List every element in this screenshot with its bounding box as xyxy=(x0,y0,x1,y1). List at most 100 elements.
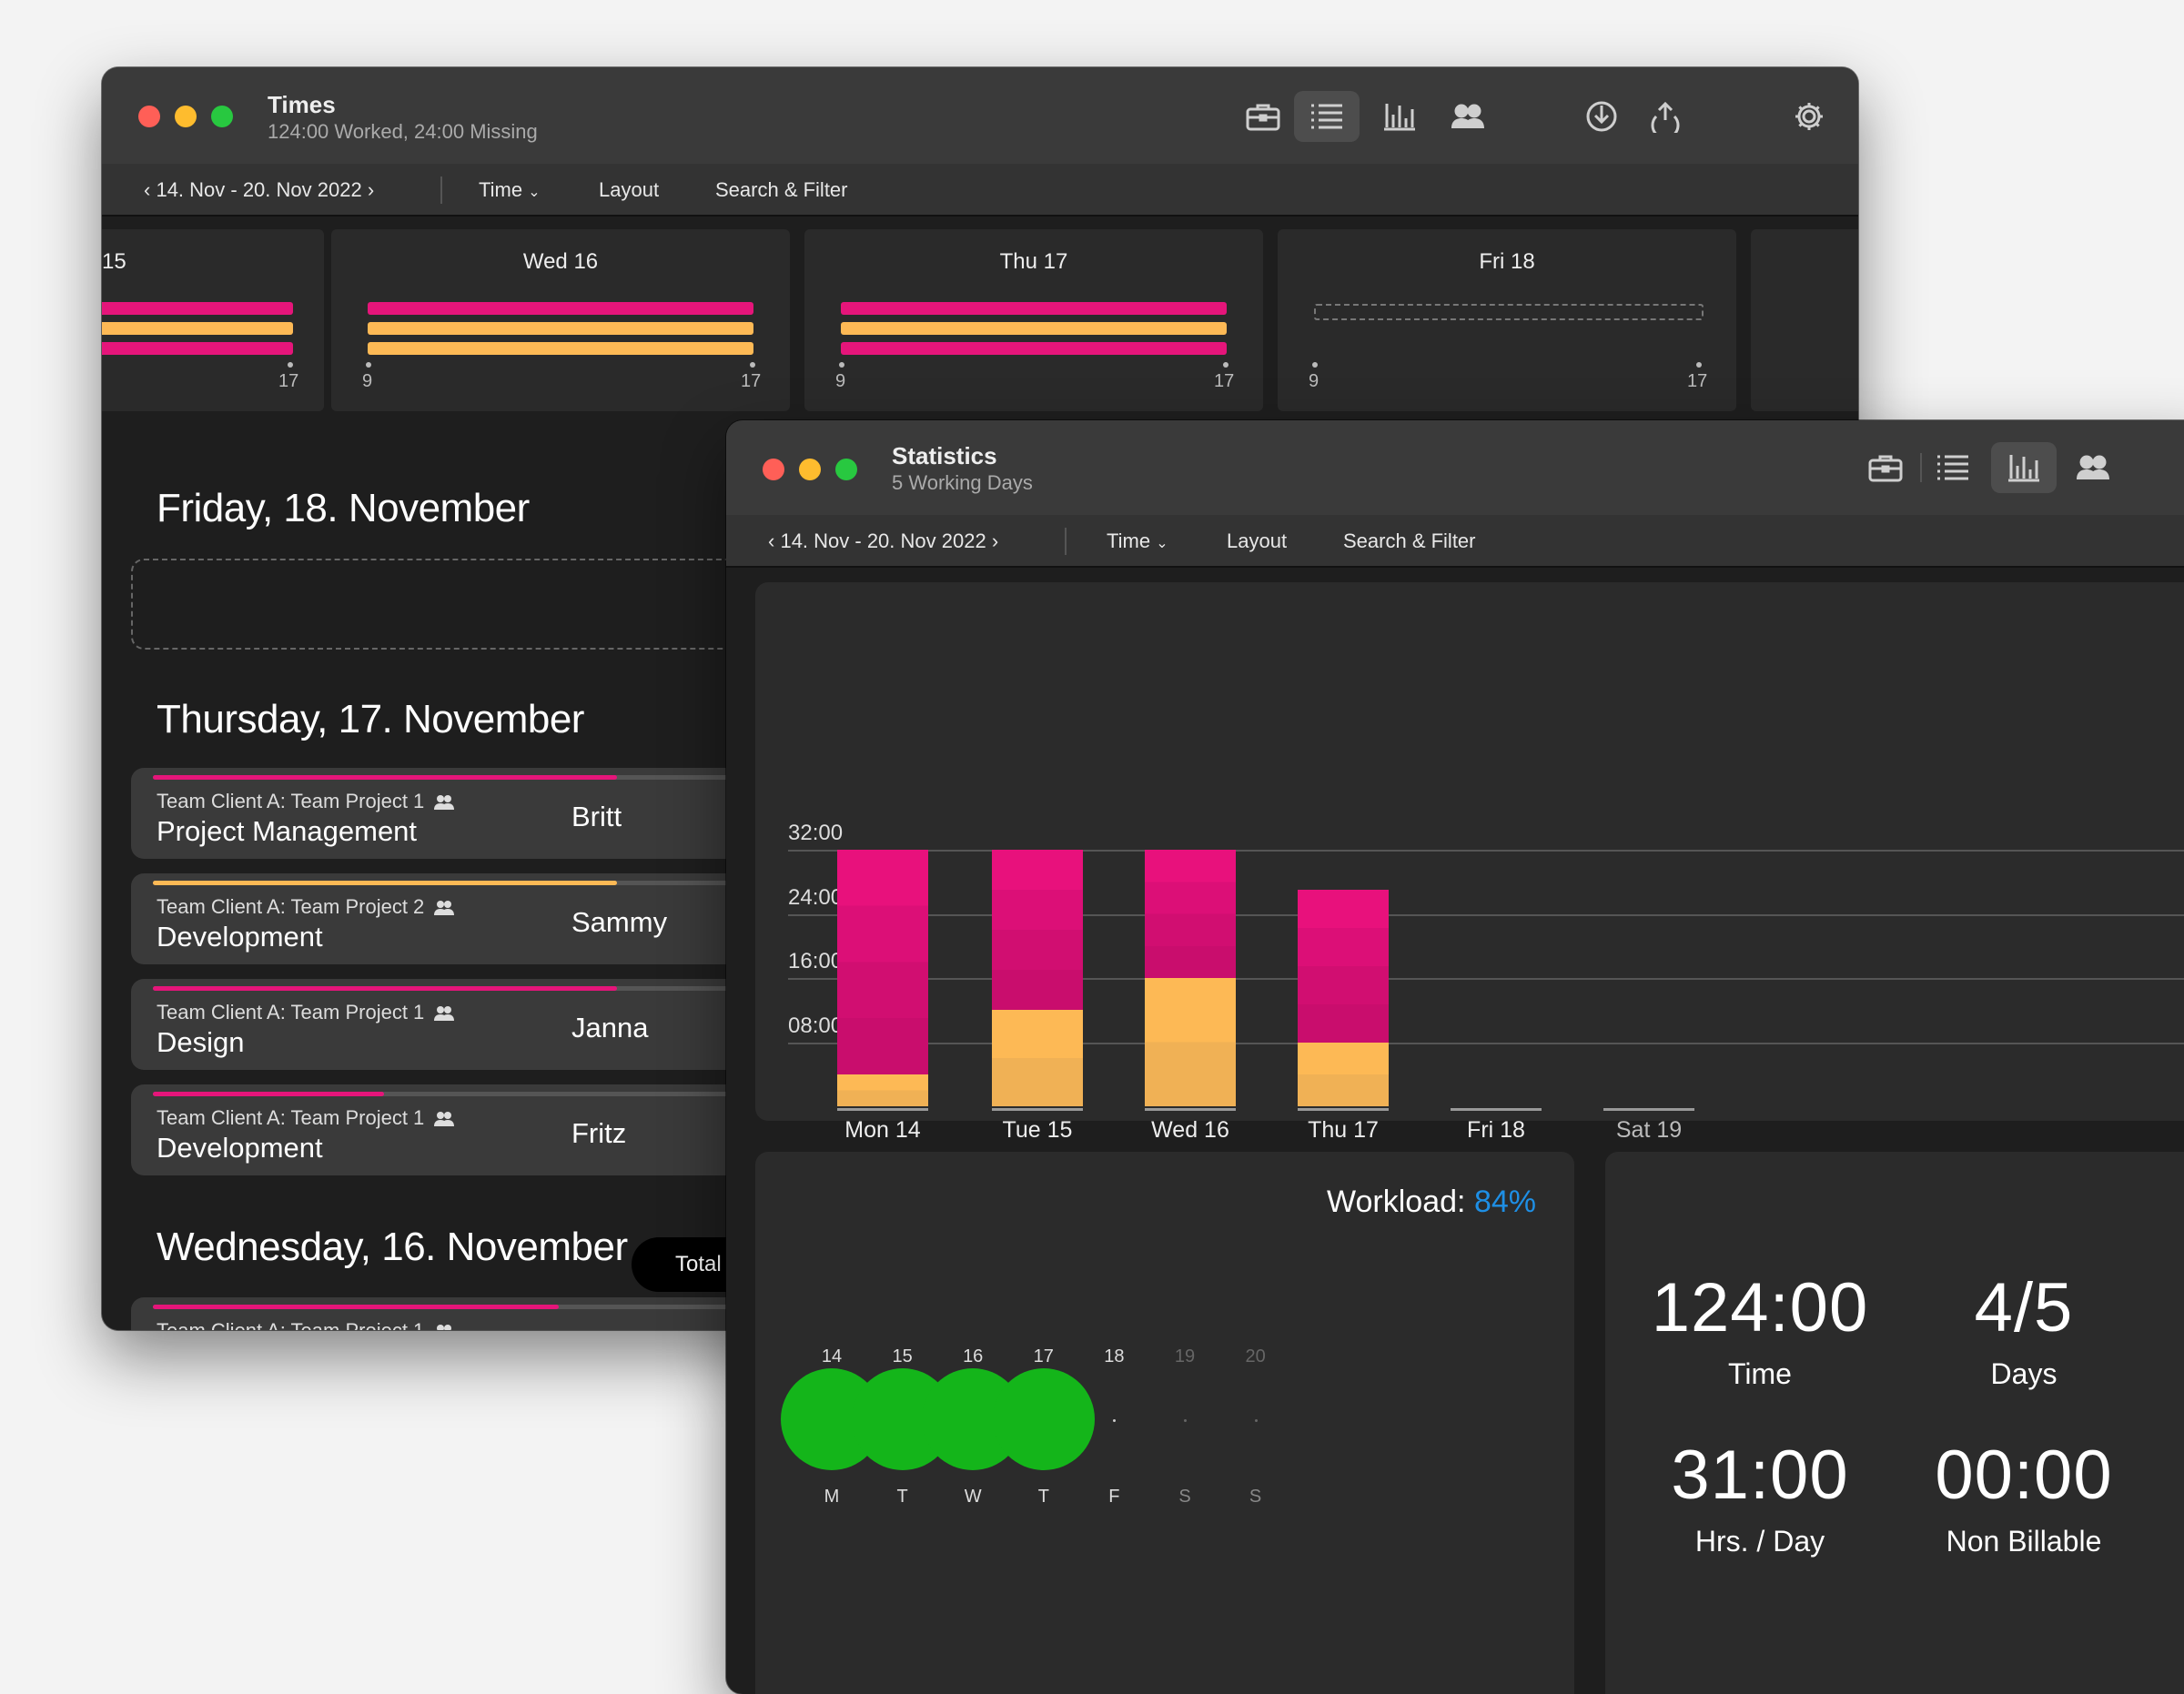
export-button[interactable] xyxy=(1633,91,1698,142)
list-button[interactable] xyxy=(1920,442,1986,493)
week-day-number: 20 xyxy=(1245,1346,1266,1366)
bar-segment-magenta[interactable] xyxy=(1145,850,1236,978)
hours-chart-panel: 08:00 16:00 24:00 32:00 Mon 14 Tue 15 Wed 16 Th… xyxy=(755,582,2184,1143)
people-icon xyxy=(434,1006,455,1022)
statistics-button[interactable] xyxy=(1991,442,2057,493)
team-button[interactable] xyxy=(1435,91,1501,142)
zoom-button[interactable] xyxy=(211,106,233,127)
minimize-button[interactable] xyxy=(175,106,197,127)
team-button[interactable] xyxy=(2060,442,2126,493)
day-card-sat[interactable] xyxy=(1751,229,1858,411)
entry-project: Team Client A: Team Project 1 xyxy=(157,790,455,813)
entry-task: Development xyxy=(157,921,323,953)
window-title: Statistics xyxy=(892,442,997,469)
time-entry[interactable]: Team Client A: Team Project 1 Project Ma… xyxy=(131,768,750,859)
start-hour: 9 xyxy=(1309,371,1320,391)
project-label: Team Client A: Team Project 1 xyxy=(157,1319,424,1330)
bar-segment-orange[interactable] xyxy=(992,1010,1083,1106)
week-day-letter: T xyxy=(896,1487,908,1507)
time-bar xyxy=(841,322,1227,335)
section-wednesday: Wednesday, 16. November xyxy=(157,1225,628,1269)
project-label: Team Client A: Team Project 2 xyxy=(157,895,425,918)
search-filter-button[interactable]: Search & Filter xyxy=(1343,529,1476,553)
day-card-fri[interactable]: Fri 18 9 17 xyxy=(1278,229,1736,411)
bar-segment-orange[interactable] xyxy=(1298,1042,1389,1106)
time-entry[interactable]: Team Client A: Team Project 1 Developmen… xyxy=(131,1084,750,1175)
hours-per-day-value: 31:00 xyxy=(1671,1437,1849,1514)
date-range-selector[interactable]: ‹ 14. Nov - 20. Nov 2022 › xyxy=(144,178,374,202)
list-icon xyxy=(1311,104,1342,129)
briefcase-icon xyxy=(1246,104,1280,131)
chevron-left-icon[interactable]: ‹ xyxy=(144,178,156,201)
entry-person: Fritz xyxy=(571,1117,627,1149)
week-day-number: 19 xyxy=(1174,1346,1196,1366)
bar-segment-orange[interactable] xyxy=(1145,978,1236,1106)
hour-marker xyxy=(839,362,844,368)
bar-chart-icon xyxy=(2008,455,2039,482)
people-icon xyxy=(1451,104,1484,128)
day-card-tue[interactable]: 15 17 xyxy=(102,229,324,411)
hour-marker xyxy=(1312,362,1318,368)
chevron-right-icon[interactable]: › xyxy=(362,178,374,201)
bar-segment-orange[interactable] xyxy=(837,1074,928,1106)
minimize-button[interactable] xyxy=(799,459,821,480)
toolbar-divider xyxy=(1065,528,1067,555)
time-entry[interactable]: Team Client A: Team Project 1 Design Jan… xyxy=(131,979,750,1070)
y-tick-label: 24:00 xyxy=(788,884,844,910)
window-subtitle: 124:00 Worked, 24:00 Missing xyxy=(268,120,538,143)
section-thursday: Thursday, 17. November xyxy=(157,697,584,741)
briefcase-button[interactable] xyxy=(1853,442,1918,493)
bar-baseline xyxy=(992,1108,1083,1111)
bar-chart-icon xyxy=(1384,104,1415,131)
time-entry[interactable]: Team Client A: Team Project 1 xyxy=(131,1297,750,1330)
briefcase-button[interactable] xyxy=(1230,91,1296,142)
week-indicator: 14 M 15 T 16 W 17 T 18 F 19 S 20 S xyxy=(755,1152,1574,1694)
x-tick-label: Sat 19 xyxy=(1615,1117,1683,1143)
time-menu[interactable]: Time ⌄ xyxy=(1107,529,1168,553)
time-menu[interactable]: Time ⌄ xyxy=(479,178,541,202)
bar-segment-magenta[interactable] xyxy=(837,850,928,1074)
x-tick-label: Wed 16 xyxy=(1151,1117,1229,1143)
settings-button[interactable] xyxy=(1776,91,1842,142)
day-card-wed[interactable]: Wed 16 9 17 xyxy=(331,229,790,411)
entry-project: Team Client A: Team Project 1 xyxy=(157,1001,455,1024)
bar-segment-magenta[interactable] xyxy=(1298,890,1389,1043)
time-menu-label: Time xyxy=(1107,529,1151,552)
chevron-left-icon[interactable]: ‹ xyxy=(768,529,780,552)
week-day-letter: T xyxy=(1037,1487,1049,1507)
entry-task: Project Management xyxy=(157,815,418,847)
empty-day-dot xyxy=(1184,1419,1187,1422)
search-filter-button[interactable]: Search & Filter xyxy=(715,178,848,202)
bar-baseline xyxy=(1298,1108,1389,1111)
days-label: Days xyxy=(1990,1357,2058,1390)
bar-segment-magenta[interactable] xyxy=(992,850,1083,1011)
zoom-button[interactable] xyxy=(835,459,857,480)
y-tick-label: 08:00 xyxy=(788,1013,844,1038)
import-button[interactable] xyxy=(1569,91,1634,142)
non-billable-label: Non Billable xyxy=(1946,1525,2102,1558)
statistics-button[interactable] xyxy=(1367,91,1432,142)
hours-chart: 08:00 16:00 24:00 32:00 Mon 14 Tue 15 Wed 16 Th… xyxy=(755,582,2184,1143)
week-day-letter: M xyxy=(824,1487,840,1507)
bar-baseline xyxy=(837,1108,928,1111)
start-hour: 9 xyxy=(835,371,846,391)
week-day-number: 15 xyxy=(892,1346,913,1366)
day-card-thu[interactable]: Thu 17 9 17 xyxy=(804,229,1263,411)
day-card-title: Thu 17 xyxy=(999,249,1068,274)
worked-day-circle[interactable] xyxy=(992,1368,1095,1470)
chevron-down-icon: ⌄ xyxy=(528,185,541,200)
list-button[interactable] xyxy=(1294,91,1360,142)
chevron-right-icon[interactable]: › xyxy=(986,529,998,552)
time-bar xyxy=(102,342,293,355)
time-entry[interactable]: Team Client A: Team Project 2 Developmen… xyxy=(131,873,750,964)
project-label: Team Client A: Team Project 1 xyxy=(157,790,425,812)
layout-button[interactable]: Layout xyxy=(599,178,659,202)
hour-marker xyxy=(750,362,755,368)
close-button[interactable] xyxy=(138,106,160,127)
empty-day-dropzone[interactable] xyxy=(131,559,826,650)
close-button[interactable] xyxy=(763,459,784,480)
date-range-selector[interactable]: ‹ 14. Nov - 20. Nov 2022 › xyxy=(768,529,998,553)
list-icon xyxy=(1937,455,1968,480)
entry-project: Team Client A: Team Project 2 xyxy=(157,895,455,919)
layout-button[interactable]: Layout xyxy=(1227,529,1287,553)
